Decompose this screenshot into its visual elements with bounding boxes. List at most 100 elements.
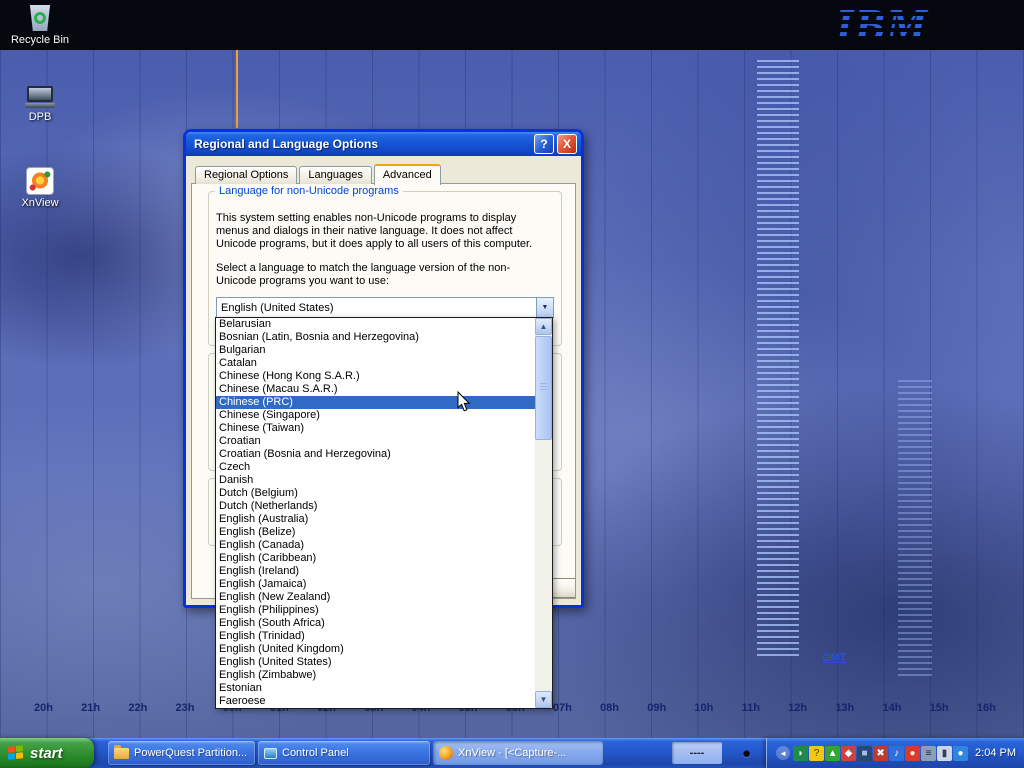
language-option[interactable]: Chinese (Hong Kong S.A.R.) [216, 370, 535, 383]
ibm-logo-stripes [804, 0, 944, 50]
group-box-title: Language for non-Unicode programs [215, 185, 403, 197]
language-option[interactable]: Bulgarian [216, 344, 535, 357]
hatched-band-2 [898, 380, 932, 680]
language-option[interactable]: English (Ireland) [216, 565, 535, 578]
taskbar-tasks: PowerQuest Partition... Control Panel Xn… [108, 741, 603, 765]
tray-icon[interactable]: ▮ [937, 746, 952, 761]
taskbar: start PowerQuest Partition... Control Pa… [0, 738, 1024, 768]
language-option[interactable]: Faeroese [216, 695, 535, 708]
mini-task-button[interactable]: ---- [672, 742, 722, 764]
task-button-control-panel[interactable]: Control Panel [258, 741, 430, 765]
timezone-label: 07h [553, 702, 572, 714]
language-option[interactable]: English (United Kingdom) [216, 643, 535, 656]
language-option[interactable]: English (New Zealand) [216, 591, 535, 604]
language-option[interactable]: English (Jamaica) [216, 578, 535, 591]
language-option[interactable]: English (Zimbabwe) [216, 669, 535, 682]
timezone-label: 15h [930, 702, 949, 714]
scrollbar-thumb[interactable] [535, 336, 552, 440]
language-option[interactable]: Danish [216, 474, 535, 487]
tray-icon[interactable]: ≡ [921, 746, 936, 761]
timezone-label: 20h [34, 702, 53, 714]
close-button[interactable]: X [557, 134, 577, 154]
tray-icon[interactable]: ● [905, 746, 920, 761]
language-option[interactable]: Chinese (PRC) [216, 396, 535, 409]
timezone-label: 23h [176, 702, 195, 714]
timezone-label: 16h [977, 702, 996, 714]
language-option[interactable]: English (Trinidad) [216, 630, 535, 643]
language-option[interactable]: English (South Africa) [216, 617, 535, 630]
mouse-cursor [457, 391, 474, 418]
tab-regional-options[interactable]: Regional Options [195, 166, 297, 184]
language-option[interactable]: Dutch (Netherlands) [216, 500, 535, 513]
language-option[interactable]: English (United States) [216, 656, 535, 669]
tray-icon[interactable]: ▲ [825, 746, 840, 761]
language-option[interactable]: Bosnian (Latin, Bosnia and Herzegovina) [216, 331, 535, 344]
language-option[interactable]: Croatian [216, 435, 535, 448]
xnview-icon [27, 168, 53, 194]
dialog-title: Regional and Language Options [194, 137, 531, 151]
language-option[interactable]: English (Philippines) [216, 604, 535, 617]
desktop-icon-dpb[interactable]: DPB [1, 86, 79, 123]
xnview-task-icon [439, 746, 453, 760]
language-combobox[interactable]: English (United States) ▼ [216, 297, 554, 318]
windows-flag-icon [8, 745, 24, 761]
desktop-icon-recycle-bin[interactable]: Recycle Bin [1, 5, 79, 46]
language-option[interactable]: Estonian [216, 682, 535, 695]
language-option[interactable]: Catalan [216, 357, 535, 370]
timezone-label: 22h [128, 702, 147, 714]
tray-icon[interactable]: ◆ [841, 746, 856, 761]
scroll-up-icon[interactable]: ▲ [535, 318, 552, 335]
description-text-1: This system setting enables non-Unicode … [216, 212, 550, 251]
tray-icon[interactable]: ● [953, 746, 968, 761]
dialog-titlebar[interactable]: Regional and Language Options ? X [186, 132, 581, 156]
tray-icon[interactable]: ? [809, 746, 824, 761]
tray-collapse-chevron-icon[interactable]: ◄ [776, 746, 790, 760]
tray-icon[interactable]: ◗ [793, 746, 808, 761]
start-button[interactable]: start [0, 738, 94, 768]
language-option[interactable]: English (Canada) [216, 539, 535, 552]
desktop-icon-label: XnView [1, 197, 79, 209]
language-option[interactable]: English (Australia) [216, 513, 535, 526]
timezone-label: 21h [81, 702, 100, 714]
language-option[interactable]: English (Belize) [216, 526, 535, 539]
tab-advanced[interactable]: Advanced [374, 164, 441, 185]
clock[interactable]: 2:04 PM [975, 747, 1016, 759]
desktop-icon-xnview[interactable]: XnView [1, 168, 79, 209]
language-option[interactable]: Belarusian [216, 318, 535, 331]
tray-icons: ◗?▲◆■✖♪●≡▮● [793, 746, 968, 761]
scroll-down-icon[interactable]: ▼ [535, 691, 552, 708]
language-option[interactable]: English (Caribbean) [216, 552, 535, 565]
timezone-label: 11h [742, 702, 760, 714]
laptop-icon [25, 86, 55, 108]
language-dropdown-popup: BelarusianBosnian (Latin, Bosnia and Her… [215, 317, 553, 709]
language-list: BelarusianBosnian (Latin, Bosnia and Her… [216, 318, 535, 708]
language-option[interactable]: Chinese (Taiwan) [216, 422, 535, 435]
timezone-label: 08h [600, 702, 619, 714]
tray-icon[interactable]: ♪ [889, 746, 904, 761]
dropdown-scrollbar[interactable]: ▲ ▼ [535, 318, 552, 708]
dark-app-icon[interactable]: ● [727, 741, 766, 765]
language-option[interactable]: Czech [216, 461, 535, 474]
language-option[interactable]: Chinese (Singapore) [216, 409, 535, 422]
tray-icon[interactable]: ■ [857, 746, 872, 761]
current-time-marker-line [236, 50, 238, 128]
hatched-band [757, 60, 799, 660]
desktop: GMT 20h21h22h23h00h01h02h03h04h05h06h07h… [0, 0, 1024, 768]
language-option[interactable]: Croatian (Bosnia and Herzegovina) [216, 448, 535, 461]
combobox-dropdown-arrow-icon[interactable]: ▼ [536, 298, 553, 317]
help-button[interactable]: ? [534, 134, 554, 154]
language-option[interactable]: Chinese (Macau S.A.R.) [216, 383, 535, 396]
language-option[interactable]: Dutch (Belgium) [216, 487, 535, 500]
task-button-powerquest[interactable]: PowerQuest Partition... [108, 741, 255, 765]
timezone-label: 12h [788, 702, 807, 714]
task-button-xnview[interactable]: XnView - [<Capture-... [433, 741, 603, 765]
timezone-label: 14h [882, 702, 901, 714]
recycle-bin-icon [28, 5, 52, 31]
tray-icon[interactable]: ✖ [873, 746, 888, 761]
folder-icon [114, 748, 129, 759]
system-tray: ◄ ◗?▲◆■✖♪●≡▮● 2:04 PM [766, 738, 1024, 768]
tab-languages[interactable]: Languages [299, 166, 371, 184]
combobox-value: English (United States) [217, 302, 536, 314]
description-text-2: Select a language to match the language … [216, 262, 550, 288]
tab-strip: Regional Options Languages Advanced [195, 163, 443, 184]
